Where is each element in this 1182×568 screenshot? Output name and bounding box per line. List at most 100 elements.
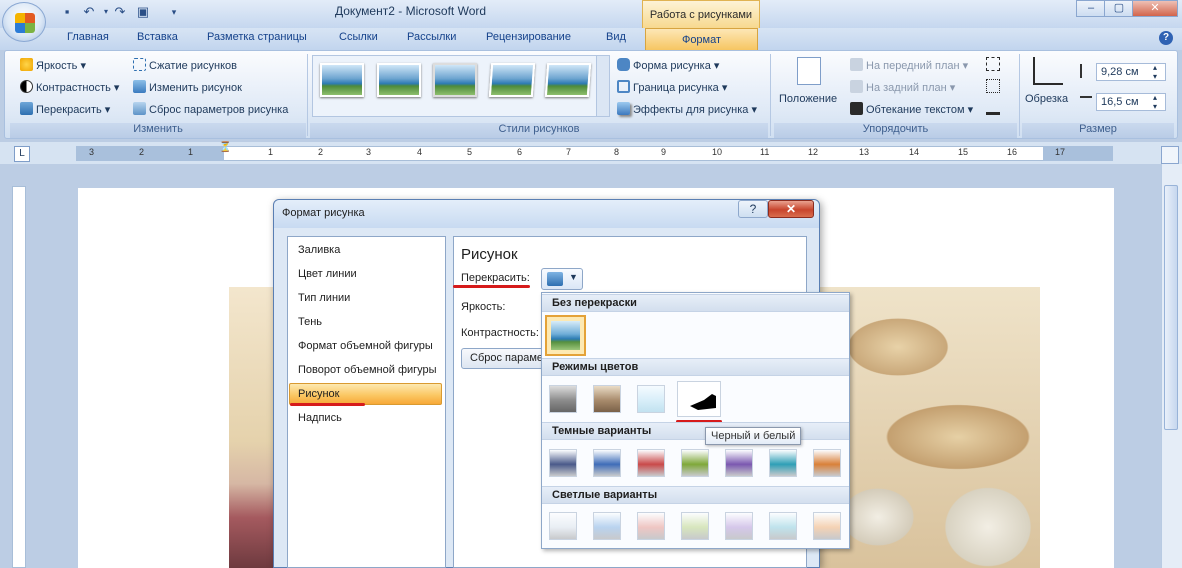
swatch-light-2[interactable] [593, 512, 621, 540]
annotation-underline [290, 403, 365, 406]
swatch-dark-6[interactable] [769, 449, 797, 477]
swatch-light-1[interactable] [549, 512, 577, 540]
scrollbar-thumb[interactable] [1164, 185, 1178, 430]
dialog-close-button[interactable]: ✕ [768, 200, 814, 218]
height-spinner-icon[interactable]: ▴ ▾ [1153, 63, 1157, 81]
undo-icon[interactable]: ↶ [81, 4, 97, 20]
swatch-sepia[interactable] [593, 385, 621, 413]
swatch-no-recolor[interactable] [545, 315, 586, 356]
tab-view[interactable]: Вид [606, 31, 626, 43]
picture-style-3[interactable] [433, 63, 477, 97]
tab-home[interactable]: Главная [67, 31, 109, 43]
swatch-light-6[interactable] [769, 512, 797, 540]
gallery-scroll[interactable] [596, 56, 609, 116]
rotate-icon[interactable] [986, 101, 1000, 115]
dialog-help-button[interactable]: ? [738, 200, 768, 218]
minimize-button[interactable]: – [1076, 0, 1106, 17]
swatch-light-7[interactable] [813, 512, 841, 540]
position-icon[interactable] [797, 57, 821, 85]
tab-references[interactable]: Ссылки [339, 31, 378, 43]
send-to-back-button[interactable]: На задний план ▾ [850, 80, 955, 94]
customize-qat-icon[interactable]: ▾ [166, 4, 182, 20]
reset-picture-button[interactable]: Сброс параметров рисунка [133, 102, 288, 116]
swatch-washout[interactable] [637, 385, 665, 413]
group-icon[interactable] [986, 79, 1000, 93]
document-picture[interactable] [818, 287, 1040, 568]
picture-style-1[interactable] [320, 63, 364, 97]
swatch-dark-1[interactable] [549, 449, 577, 477]
ruler-number: 13 [859, 147, 870, 157]
swatch-dark-5[interactable] [725, 449, 753, 477]
nav-item-3d-rotation[interactable]: Поворот объемной фигуры [298, 364, 437, 376]
recolor-ribbon-button[interactable]: Перекрасить ▾ [20, 102, 110, 116]
ruler-number: 1 [268, 147, 274, 157]
picture-shape-button[interactable]: Форма рисунка ▾ [617, 58, 719, 72]
tab-review[interactable]: Рецензирование [486, 31, 571, 43]
ruler-number: 4 [417, 147, 423, 157]
width-spinner-icon[interactable]: ▴ ▾ [1153, 93, 1157, 111]
effects-icon [617, 102, 630, 115]
nav-item-3d-format[interactable]: Формат объемной фигуры [298, 340, 433, 352]
swatch-light-3[interactable] [637, 512, 665, 540]
black-white-preview-icon [690, 394, 716, 410]
tab-mailings[interactable]: Рассылки [407, 31, 456, 43]
width-icon [1080, 96, 1092, 106]
nav-item-picture[interactable]: Рисунок [298, 388, 340, 400]
align-icon[interactable] [986, 57, 1000, 71]
contrast-button[interactable]: Контрастность ▾ [20, 80, 119, 94]
position-button[interactable]: Положение [779, 93, 837, 105]
ruler-number: 3 [366, 147, 372, 157]
brightness-button[interactable]: Яркость ▾ [20, 58, 86, 72]
picture-style-4[interactable] [488, 63, 536, 97]
document-picture[interactable] [229, 287, 277, 568]
picture-style-5[interactable] [544, 63, 592, 97]
tab-page-layout[interactable]: Разметка страницы [207, 31, 307, 43]
bring-to-front-button[interactable]: На передний план ▾ [850, 58, 968, 72]
vertical-ruler[interactable] [12, 186, 26, 568]
swatch-black-and-white[interactable] [677, 381, 721, 417]
picture-effects-button[interactable]: Эффекты для рисунка ▾ [617, 102, 757, 116]
tab-insert[interactable]: Вставка [137, 31, 178, 43]
swatch-light-5[interactable] [725, 512, 753, 540]
picture-style-2[interactable] [377, 63, 421, 97]
ruler-number: 8 [614, 147, 620, 157]
reset-picture-dialog-button[interactable]: Сброс парамет [461, 348, 551, 369]
maximize-button[interactable]: ▢ [1104, 0, 1134, 17]
redo-icon[interactable]: ↷ [112, 4, 128, 20]
compress-pictures-button[interactable]: Сжатие рисунков [133, 58, 237, 72]
print-preview-icon[interactable]: ▣ [135, 4, 151, 20]
recolor-dropdown-button[interactable]: ▼ [541, 268, 583, 290]
height-icon [1080, 64, 1090, 78]
recolor-label: Перекрасить: [461, 272, 530, 284]
nav-item-line-color[interactable]: Цвет линии [298, 268, 357, 280]
picture-border-button[interactable]: Граница рисунка ▾ [617, 80, 727, 94]
nav-item-fill[interactable]: Заливка [298, 244, 340, 256]
crop-button[interactable]: Обрезка [1025, 93, 1068, 105]
ruler-number: 15 [958, 147, 969, 157]
text-wrapping-button[interactable]: Обтекание текстом ▾ [850, 102, 973, 116]
save-icon[interactable]: ▪ [59, 4, 75, 20]
crop-icon[interactable] [1033, 57, 1063, 85]
office-button[interactable] [2, 2, 46, 42]
indent-marker-icon[interactable]: ⏳ [219, 142, 231, 153]
change-picture-button[interactable]: Изменить рисунок [133, 80, 242, 94]
nav-item-shadow[interactable]: Тень [298, 316, 322, 328]
ruler-right-margin [1043, 146, 1113, 161]
close-button[interactable]: ✕ [1132, 0, 1178, 17]
view-ruler-icon[interactable] [1161, 146, 1179, 164]
swatch-dark-7[interactable] [813, 449, 841, 477]
nav-item-text-box[interactable]: Надпись [298, 412, 342, 424]
nav-item-line-style[interactable]: Тип линии [298, 292, 350, 304]
group-label-adjust: Изменить [10, 123, 306, 138]
menu-heading-light-variants: Светлые варианты [542, 486, 849, 504]
swatch-dark-3[interactable] [637, 449, 665, 477]
swatch-dark-2[interactable] [593, 449, 621, 477]
swatch-light-4[interactable] [681, 512, 709, 540]
swatch-grayscale[interactable] [549, 385, 577, 413]
help-icon[interactable]: ? [1159, 31, 1173, 45]
tab-selector[interactable]: L [14, 146, 30, 162]
swatch-dark-4[interactable] [681, 449, 709, 477]
shape-icon [617, 58, 630, 71]
tab-format[interactable]: Формат [645, 28, 758, 51]
recolor-icon [20, 102, 33, 115]
